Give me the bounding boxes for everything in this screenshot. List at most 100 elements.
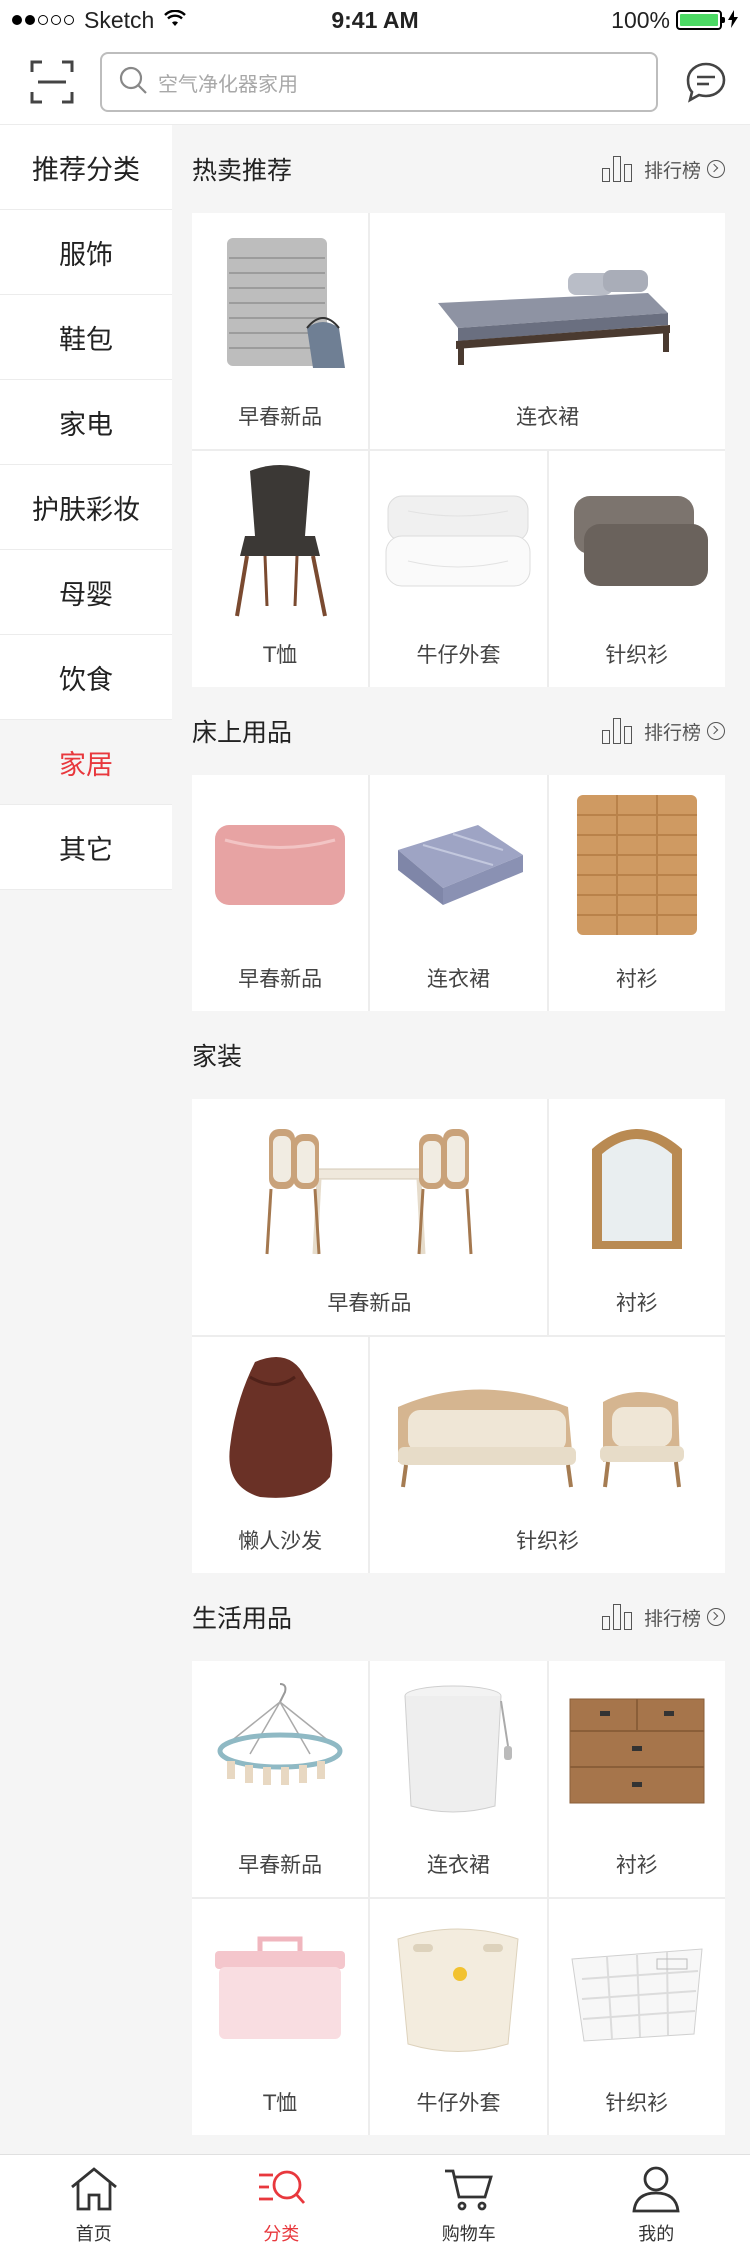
scan-icon[interactable]: [28, 58, 76, 106]
drawer-cabinet-image: [549, 1671, 725, 1831]
product-card[interactable]: T恤: [192, 451, 368, 687]
tab-label: 首页: [76, 2220, 112, 2246]
sidebar-item-recommend[interactable]: 推荐分类: [0, 125, 172, 210]
sidebar-item-beauty[interactable]: 护肤彩妆: [0, 465, 172, 550]
drying-rack-image: [192, 1671, 368, 1831]
chevron-right-icon: [707, 160, 725, 178]
section-title: 床上用品: [192, 713, 292, 749]
product-label: 早春新品: [327, 1287, 411, 1317]
charging-icon: [728, 7, 738, 34]
ranking-icon: [602, 718, 632, 744]
search-input[interactable]: 空气净化器家用: [100, 52, 658, 112]
product-card[interactable]: 衬衫: [549, 1099, 725, 1335]
product-grid-living: 早春新品 连衣裙: [192, 1661, 725, 2135]
product-card[interactable]: 连衣裙: [370, 1661, 546, 1897]
product-label: 针织衫: [516, 1525, 579, 1555]
header: 空气净化器家用: [0, 40, 750, 125]
laundry-basket-image: [370, 1909, 546, 2069]
pillows-image: [549, 461, 725, 621]
product-label: T恤: [263, 639, 297, 669]
tab-category[interactable]: 分类: [188, 2155, 376, 2255]
product-label: 连衣裙: [516, 401, 579, 431]
ranking-label: 排行榜: [644, 1604, 701, 1631]
product-label: 牛仔外套: [416, 639, 500, 669]
blanket-image: [370, 785, 546, 945]
storage-box-image: [192, 1909, 368, 2069]
product-grid-furniture: 早春新品 衬衫 懒人沙发: [192, 1099, 725, 1573]
sidebar-item-home[interactable]: 家居: [0, 720, 172, 805]
product-card[interactable]: 衬衫: [549, 1661, 725, 1897]
sidebar-item-apparel[interactable]: 服饰: [0, 210, 172, 295]
product-card[interactable]: 连衣裙: [370, 213, 725, 449]
product-label: 针织衫: [605, 2087, 668, 2117]
sidebar-item-shoes-bags[interactable]: 鞋包: [0, 295, 172, 380]
tab-profile[interactable]: 我的: [563, 2155, 750, 2255]
product-card[interactable]: 衬衫: [549, 775, 725, 1011]
sidebar-item-appliances[interactable]: 家电: [0, 380, 172, 465]
product-label: 针织衫: [605, 639, 668, 669]
tab-label: 购物车: [442, 2220, 496, 2246]
product-label: T恤: [263, 2087, 297, 2117]
section-title: 生活用品: [192, 1599, 292, 1635]
message-icon[interactable]: [682, 58, 730, 106]
product-label: 懒人沙发: [238, 1525, 322, 1555]
ranking-link[interactable]: 排行榜: [602, 1604, 725, 1631]
sidebar-item-other[interactable]: 其它: [0, 805, 172, 890]
sofa-set-image: [370, 1347, 725, 1507]
ranking-icon: [602, 1604, 632, 1630]
carrier-name: Sketch: [84, 7, 154, 34]
sidebar-item-baby[interactable]: 母婴: [0, 550, 172, 635]
battery-percent: 100%: [611, 7, 670, 34]
chevron-right-icon: [707, 1608, 725, 1626]
category-icon: [255, 2165, 307, 2218]
product-card[interactable]: 针织衫: [549, 1899, 725, 2135]
product-label: 牛仔外套: [416, 2087, 500, 2117]
sidebar-item-food[interactable]: 饮食: [0, 635, 172, 720]
product-card[interactable]: T恤: [192, 1899, 368, 2135]
home-icon: [68, 2165, 120, 2218]
section-header-living: 生活用品 排行榜: [192, 1573, 725, 1661]
category-sidebar: 推荐分类 服饰 鞋包 家电 护肤彩妆 母婴 饮食 家居 其它: [0, 125, 172, 2152]
section-title: 家装: [192, 1037, 242, 1073]
tab-home[interactable]: 首页: [0, 2155, 188, 2255]
product-label: 衬衫: [616, 1287, 658, 1317]
product-card[interactable]: 早春新品: [192, 213, 368, 449]
product-card[interactable]: 连衣裙: [370, 775, 546, 1011]
product-label: 衬衫: [616, 1849, 658, 1879]
product-card[interactable]: 牛仔外套: [370, 451, 546, 687]
product-card[interactable]: 针织衫: [549, 451, 725, 687]
ranking-icon: [602, 156, 632, 182]
bed-image: [370, 223, 725, 383]
bottom-tab-bar: 首页 分类 购物车 我的: [0, 2154, 750, 2255]
section-header-hot: 热卖推荐 排行榜: [192, 125, 725, 213]
tab-label: 我的: [638, 2220, 674, 2246]
battery-icon: [676, 10, 722, 30]
product-card[interactable]: 早春新品: [192, 1099, 547, 1335]
cart-icon: [443, 2165, 495, 2218]
product-label: 连衣裙: [427, 963, 490, 993]
status-bar: Sketch 9:41 AM 100%: [0, 0, 750, 40]
user-icon: [630, 2165, 682, 2218]
product-grid-hot: 早春新品 连衣裙: [192, 213, 725, 687]
category-content: 热卖推荐 排行榜 早春新品: [172, 125, 750, 2152]
product-card[interactable]: 针织衫: [370, 1337, 725, 1573]
bean-bag-image: [192, 1347, 368, 1507]
wifi-icon: [164, 7, 186, 34]
product-card[interactable]: 懒人沙发: [192, 1337, 368, 1573]
product-card[interactable]: 早春新品: [192, 775, 368, 1011]
section-title: 热卖推荐: [192, 151, 292, 187]
ranking-link[interactable]: 排行榜: [602, 156, 725, 183]
product-card[interactable]: 早春新品: [192, 1661, 368, 1897]
product-grid-bedding: 早春新品 连衣裙: [192, 775, 725, 1011]
tab-cart[interactable]: 购物车: [375, 2155, 563, 2255]
pink-pillow-image: [192, 785, 368, 945]
product-label: 早春新品: [238, 1849, 322, 1879]
product-label: 早春新品: [238, 963, 322, 993]
plastic-basket-image: [549, 1909, 725, 2069]
product-label: 早春新品: [238, 401, 322, 431]
product-card[interactable]: 牛仔外套: [370, 1899, 546, 2135]
bamboo-mat-image: [549, 785, 725, 945]
ranking-link[interactable]: 排行榜: [602, 718, 725, 745]
section-header-bedding: 床上用品 排行榜: [192, 687, 725, 775]
chevron-right-icon: [707, 722, 725, 740]
